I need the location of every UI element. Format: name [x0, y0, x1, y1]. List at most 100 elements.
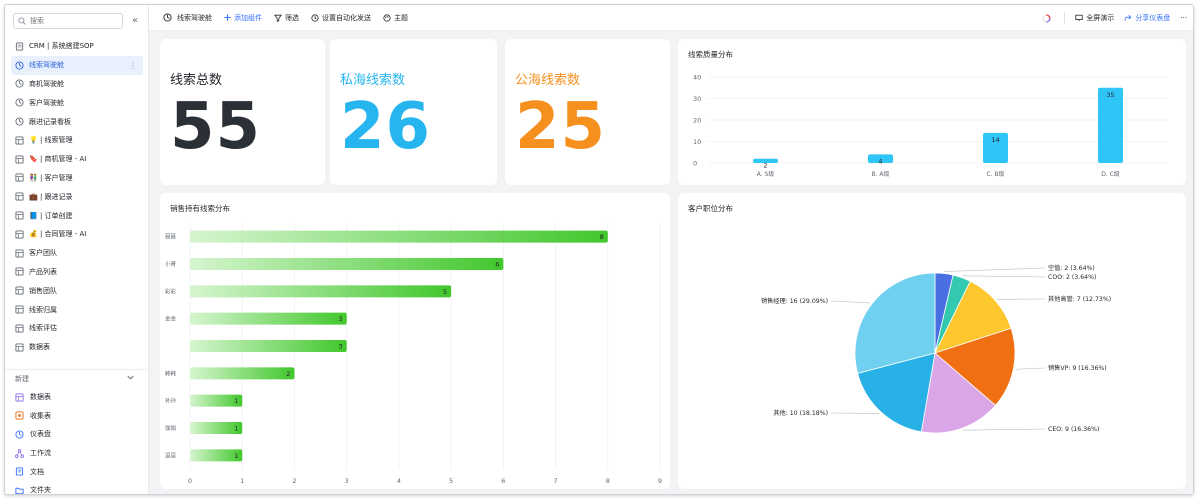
sidebar-item-label: 💰 | 合同管理 - AI — [29, 230, 87, 239]
dashboard-title-text: 线索驾驶舱 — [177, 13, 212, 22]
dashboard-icon-wrap — [15, 98, 24, 107]
sidebar-item[interactable]: 🔖 | 商机管理 - AI — [5, 150, 149, 169]
bar-value-label: 4 — [878, 157, 882, 165]
search-icon — [18, 17, 26, 25]
sidebar-item[interactable]: 👫 | 客户管理 — [5, 169, 149, 188]
bar[interactable] — [190, 285, 452, 298]
new-item-label: 仪表盘 — [30, 430, 51, 439]
new-item[interactable]: 工作流 — [5, 444, 149, 463]
sidebar-item-label: 客户驾驶舱 — [29, 98, 64, 107]
table-icon-wrap — [15, 267, 24, 277]
customer-position-chart-card[interactable]: 客户职位分布 空值: 2 (3.64%) COO: 2 (3.64%) 其他高管: … — [678, 193, 1186, 489]
new-item[interactable]: 仪表盘 — [5, 425, 149, 444]
lead-quality-chart-card[interactable]: 线索质量分布 0 10 20 30 40 2 A. S级 4 B. A级 14 C. B级 35 D. … — [678, 39, 1186, 185]
doc-icon-wrap — [15, 42, 24, 51]
table-icon — [15, 305, 24, 314]
collapse-sidebar-button[interactable]: « — [128, 15, 142, 27]
sidebar-item[interactable]: 数据表 — [5, 338, 149, 357]
add-widget-button[interactable]: 添加组件 — [224, 13, 262, 23]
sidebar-item[interactable]: 跟进记录看板 — [5, 112, 149, 131]
x-tick-label: 2 — [292, 477, 296, 485]
bar-value-label: 8 — [600, 233, 604, 241]
share-label: 分享仪表盘 — [1135, 14, 1171, 22]
pie-slice-label: 其他: 10 (18.18%) — [773, 409, 828, 417]
more-options-button[interactable]: ··· — [1180, 14, 1187, 22]
filter-button[interactable]: 筛选 — [274, 13, 299, 23]
sidebar-search[interactable] — [13, 13, 123, 29]
bar[interactable] — [190, 340, 347, 352]
table-icon — [15, 192, 24, 201]
doc-icon — [15, 42, 24, 51]
sidebar-item[interactable]: 销售团队 — [5, 281, 149, 300]
share-dashboard-button[interactable]: 分享仪表盘 — [1124, 13, 1170, 23]
new-section-header[interactable]: 新建 — [5, 370, 149, 388]
plus-icon — [224, 14, 231, 21]
y-tick-label: 10 — [693, 138, 701, 146]
kpi-card-public-leads[interactable]: 公海线索数 25 — [505, 39, 670, 185]
table-icon-wrap — [15, 393, 24, 402]
sidebar-item[interactable]: 📘 | 订单创建 — [5, 206, 149, 225]
bar[interactable] — [190, 312, 347, 325]
new-items-list: 数据表收集表仪表盘工作流文档文件夹 — [5, 388, 149, 494]
kpi-card-private-leads[interactable]: 私海线索数 26 — [330, 39, 497, 185]
new-item-label: 工作流 — [30, 449, 51, 458]
sidebar-item[interactable]: 线索归属 — [5, 300, 149, 319]
loading-indicator — [1042, 13, 1054, 23]
dashboard-icon — [15, 430, 24, 439]
customer-position-pie-chart: 空值: 2 (3.64%) COO: 2 (3.64%) 其他高管: 7 (12.7… — [761, 264, 1111, 434]
auto-send-button[interactable]: 设置自动化发送 — [311, 13, 371, 23]
bar-value-label: 35 — [1106, 91, 1114, 99]
new-item[interactable]: 收集表 — [5, 407, 149, 426]
new-item[interactable]: 文件夹 — [5, 481, 149, 494]
more-icon[interactable]: ⋮ — [129, 61, 137, 70]
y-tick-label: 40 — [693, 74, 701, 82]
sidebar-item[interactable]: 💡 | 线索管理 — [5, 131, 149, 150]
leader-line — [962, 428, 1046, 431]
y-tick-label: 逗逗 — [165, 451, 177, 459]
table-icon — [15, 267, 24, 277]
bar[interactable] — [190, 230, 608, 243]
table-icon-wrap — [15, 192, 24, 201]
kpi-card-total-leads[interactable]: 线索总数 55 — [160, 39, 325, 185]
sidebar-item[interactable]: 客户驾驶舱 — [5, 93, 149, 112]
bar-value-label: 1 — [234, 425, 238, 433]
sidebar-item-label: 数据表 — [29, 343, 50, 352]
bar-value-label: 1 — [234, 452, 238, 460]
bar-value-label: 6 — [495, 261, 499, 269]
sidebar-item[interactable]: 产品列表 — [5, 263, 149, 282]
doc-icon-wrap — [15, 467, 24, 476]
pie-slice-label: 销售VP: 9 (16.36%) — [1048, 364, 1107, 372]
dashboard-canvas: 线索总数 55 私海线索数 26 公海线索数 25 线索质量分布 0 10 20 30… — [149, 31, 1193, 494]
new-item-label: 数据表 — [30, 393, 51, 402]
sidebar-item[interactable]: 💰 | 合同管理 - AI — [5, 225, 149, 244]
sidebar-item-label: 🔖 | 商机管理 - AI — [29, 155, 87, 164]
table-icon — [15, 211, 24, 220]
sidebar-item[interactable]: 线索评估 — [5, 319, 149, 338]
fullscreen-button[interactable]: 全屏演示 — [1075, 13, 1114, 23]
sidebar-item-label: 跟进记录看板 — [29, 117, 71, 126]
sidebar-item[interactable]: 💼 | 跟进记录 — [5, 187, 149, 206]
kpi-label: 线索总数 — [170, 73, 223, 88]
x-tick-label: 5 — [449, 477, 453, 485]
table-icon — [15, 173, 24, 183]
dashboard-icon — [15, 98, 24, 107]
new-item-label: 文档 — [30, 467, 44, 476]
sidebar-item-label: 👫 | 客户管理 — [29, 173, 73, 182]
sidebar-item[interactable]: CRM | 系统搭建SOP — [5, 37, 149, 56]
bar[interactable] — [190, 367, 295, 380]
bar[interactable] — [1098, 87, 1123, 163]
search-input[interactable] — [30, 17, 110, 25]
new-item[interactable]: 文档 — [5, 462, 149, 481]
bar[interactable] — [190, 258, 504, 270]
y-tick-label: 聂聂 — [165, 234, 177, 241]
sidebar-item[interactable]: 商机驾驶舱 — [5, 75, 149, 94]
presentation-icon — [1075, 14, 1083, 22]
new-item[interactable]: 数据表 — [5, 388, 149, 407]
x-tick-label: 8 — [606, 477, 610, 485]
sidebar-item[interactable]: 客户团队 — [5, 244, 149, 263]
sidebar-item[interactable]: 线索驾驶舱 ⋮ — [11, 55, 143, 75]
theme-button[interactable]: 主题 — [383, 13, 408, 23]
x-tick-label: 7 — [553, 477, 557, 485]
more-icon: ··· — [1180, 14, 1187, 22]
sales-lead-distribution-card[interactable]: 销售持有线索分布 0 1 2 3 4 5 6 7 8 9 8 聂聂 6 小菁 5 彩彩 3 金金 3 2 韩韩 1 孙孙 1 珈… — [160, 193, 670, 489]
